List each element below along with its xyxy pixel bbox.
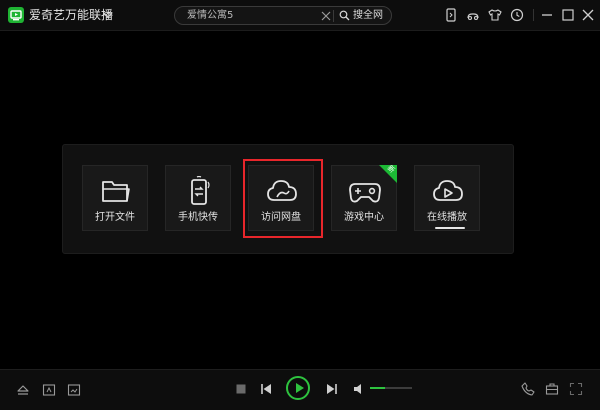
search-icon (339, 10, 350, 21)
game-center-tile[interactable]: 游戏中心 新 (331, 165, 397, 231)
search-all-label: 搜全网 (353, 10, 383, 21)
close-icon[interactable] (581, 8, 595, 22)
control-bar (0, 369, 600, 410)
toolbar-divider (533, 9, 534, 21)
game-center-label: 游戏中心 (344, 212, 384, 223)
fullscreen-icon[interactable] (569, 382, 583, 396)
clear-icon[interactable] (321, 11, 331, 21)
link-icon[interactable] (466, 8, 480, 22)
play-button[interactable] (286, 376, 310, 400)
volume-slider[interactable] (370, 387, 412, 389)
search-box[interactable]: 爱情公寓5 搜全网 (174, 6, 392, 25)
volume-icon[interactable] (352, 382, 366, 396)
online-play-tile[interactable]: 在线播放 (414, 165, 480, 231)
toolbox-icon[interactable] (545, 382, 559, 396)
skin-tshirt-icon[interactable] (488, 8, 502, 22)
phone-transfer-label: 手机快传 (178, 212, 218, 223)
screenshot-icon[interactable] (67, 383, 81, 397)
cloud-play-icon (433, 180, 463, 201)
gamepad-icon (349, 183, 381, 203)
folder-icon (102, 181, 130, 202)
eject-icon[interactable] (16, 383, 30, 397)
online-play-underline (435, 227, 465, 229)
search-input[interactable]: 爱情公寓5 (187, 9, 233, 23)
chevron-down-icon[interactable] (102, 9, 114, 21)
title-bar: 爱奇艺万能联播 爱情公寓5 搜全网 (0, 0, 600, 31)
previous-icon[interactable] (259, 382, 273, 396)
stop-icon[interactable] (234, 382, 248, 396)
open-file-tile[interactable]: 打开文件 (82, 165, 148, 231)
search-all-button[interactable]: 搜全网 (337, 8, 389, 23)
open-file-label: 打开文件 (95, 212, 135, 223)
phone-transfer-tile[interactable]: 手机快传 (165, 165, 231, 231)
new-badge: 新 (379, 165, 397, 183)
phone-transfer-icon (191, 176, 210, 205)
next-icon[interactable] (325, 382, 339, 396)
highlight-box (243, 159, 323, 238)
launcher-panel: 打开文件 手机快传 访问网盘 游戏中心 新 在线播放 (62, 144, 514, 254)
play-icon (296, 383, 304, 393)
online-play-label: 在线播放 (427, 212, 467, 223)
player-window: 爱奇艺万能联播 爱情公寓5 搜全网 打开文件 手机快传 访问网盘 游戏中心 新 … (0, 0, 600, 410)
phone-icon[interactable] (521, 382, 535, 396)
subtitle-icon[interactable] (42, 383, 56, 397)
minimize-icon[interactable] (540, 8, 554, 22)
history-clock-icon[interactable] (510, 8, 524, 22)
search-divider (333, 10, 334, 22)
app-logo-icon[interactable] (8, 7, 24, 23)
phone-sync-icon[interactable] (444, 8, 458, 22)
volume-slider-fill (370, 387, 385, 389)
maximize-icon[interactable] (561, 8, 575, 22)
app-title[interactable]: 爱奇艺万能联播 (29, 7, 113, 23)
